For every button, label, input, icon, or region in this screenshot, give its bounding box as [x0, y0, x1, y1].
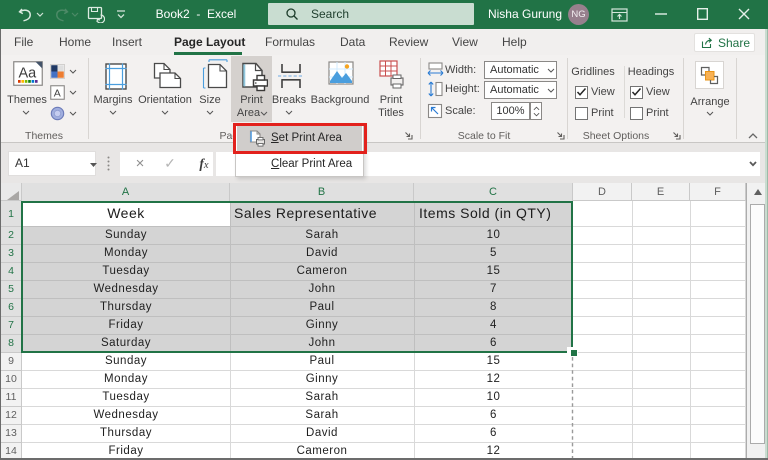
- svg-text:A: A: [54, 87, 61, 99]
- svg-text:Aa: Aa: [19, 66, 38, 82]
